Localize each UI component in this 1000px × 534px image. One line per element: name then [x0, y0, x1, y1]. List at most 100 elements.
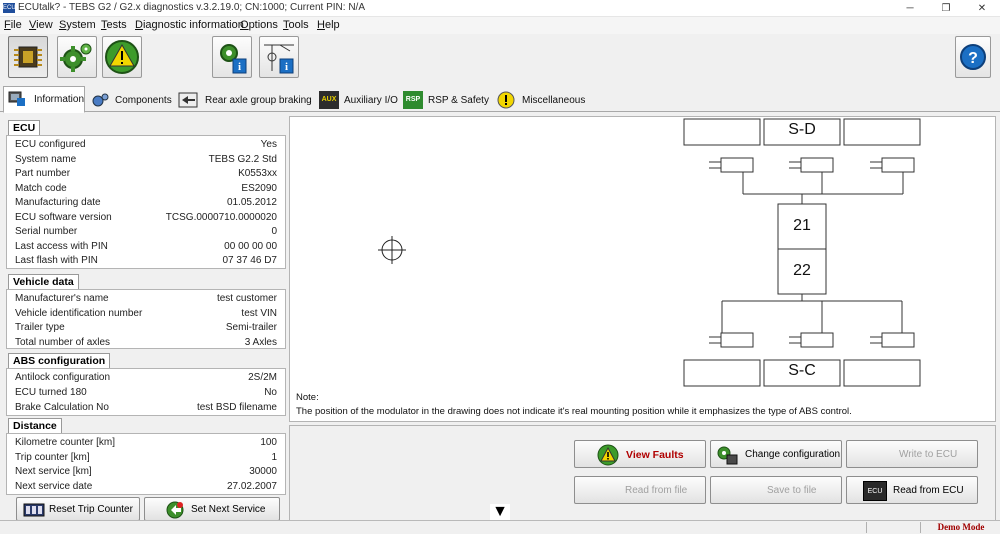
tab-miscellaneous[interactable]: Miscellaneous [493, 88, 591, 112]
view-faults-button[interactable]: View Faults [574, 440, 706, 468]
change-configuration-label: Change configuration [745, 449, 841, 460]
chip-icon [14, 46, 42, 68]
set-next-service-button[interactable]: Set Next Service [144, 497, 280, 521]
configuration-icon [717, 446, 738, 465]
abs-row: Brake Calculation No test BSD filename [15, 402, 277, 413]
tab-auxiliary-io[interactable]: AUX Auxiliary I/O [316, 88, 399, 112]
tab-information[interactable]: Information [3, 86, 85, 113]
ecu-row: Part number K0553xx [15, 168, 277, 179]
app-icon: ECU [3, 3, 16, 13]
change-configuration-button[interactable]: Change configuration [710, 440, 842, 468]
menu-tools[interactable]: Tools [283, 19, 309, 31]
menu-options[interactable]: Options [240, 19, 278, 31]
ecu-row: System name TEBS G2.2 Std [15, 153, 277, 165]
distance-group: Kilometre counter [km] 100 Trip counter [… [6, 433, 286, 495]
save-to-file-label: Save to file [767, 485, 817, 496]
ecu-row: Manufacturing date 01.05.2012 [15, 197, 277, 208]
abs-row: ECU turned 180 No [15, 387, 277, 398]
aux-tab-icon: AUX [319, 91, 339, 109]
bottom-left-box [683, 359, 761, 387]
abs-row: Antilock configuration 2S/2M [15, 372, 277, 383]
warning-icon [597, 444, 619, 466]
read-from-ecu-label: Read from ECU [893, 485, 964, 496]
svg-text:i: i [238, 61, 241, 73]
information-tab-icon [8, 91, 25, 106]
information-panel: ECU ECU configured Yes System name TEBS G2… [4, 116, 286, 521]
bottom-sc-label: S-C [788, 362, 816, 379]
window-title: ECUtalk? - TEBS G2 / G2.x diagnostics v.… [18, 2, 365, 13]
menu-diagnostic-information[interactable]: Diagnostic information [135, 19, 244, 31]
tab-components-label: Components [115, 95, 172, 106]
ecu-group-title: ECU [8, 120, 41, 135]
tab-rsp-safety[interactable]: RSP RSP & Safety [400, 88, 492, 112]
write-to-ecu-label: Write to ECU [899, 449, 958, 460]
reset-trip-counter-label: Reset Trip Counter [49, 504, 133, 515]
minimize-button[interactable]: ─ [892, 0, 928, 17]
read-from-ecu-button[interactable]: ECU Read from ECU [846, 476, 978, 504]
distance-group-title: Distance [8, 418, 62, 433]
gear-info-icon: i [220, 44, 247, 74]
bottom-wiring [721, 294, 903, 333]
tab-miscellaneous-label: Miscellaneous [522, 95, 586, 106]
distance-row: Kilometre counter [km] 100 [15, 437, 277, 448]
view-faults-label: View Faults [626, 449, 684, 461]
tab-rsp-label: RSP & Safety [428, 95, 489, 106]
status-divider [920, 522, 921, 533]
circuit-info-button[interactable]: i [259, 36, 299, 78]
service-icon [166, 501, 184, 519]
modulator-21-label: 21 [793, 217, 811, 234]
gear-info-button[interactable]: i [212, 36, 252, 78]
circuit-info-icon: i [264, 44, 294, 74]
modulator-22-label: 22 [793, 262, 811, 279]
warning-button[interactable] [102, 36, 142, 78]
top-sd-label: S-D [788, 121, 816, 138]
ecu-row: ECU configured Yes [15, 139, 277, 150]
menu-help[interactable]: Help [317, 19, 340, 31]
menu-system[interactable]: System [59, 19, 96, 31]
distance-row: Trip counter [km] 1 [15, 451, 277, 463]
menu-view[interactable]: View [29, 19, 53, 31]
vehicle-row: Trailer type Semi-trailer [15, 322, 277, 333]
ecu-row: Match code ES2090 [15, 182, 277, 194]
menu-file[interactable]: File [4, 19, 22, 31]
tab-rear-axle-label: Rear axle group braking [205, 95, 312, 106]
axle-diagram [378, 118, 921, 387]
menu-tests[interactable]: Tests [101, 19, 127, 31]
tab-information-label: Information [34, 94, 85, 105]
action-panel: View Faults Change configuration Write t… [289, 425, 996, 521]
write-to-ecu-button[interactable]: Write to ECU [846, 440, 978, 468]
vehicle-row: Manufacturer's name test customer [15, 293, 277, 304]
ecu-chip-button[interactable] [8, 36, 48, 78]
exclamation-tab-icon [497, 91, 515, 109]
gear-icon [60, 43, 92, 72]
reset-trip-counter-button[interactable]: Reset Trip Counter [16, 497, 140, 521]
set-next-service-label: Set Next Service [191, 504, 266, 515]
demo-mode-indicator: Demo Mode [937, 522, 985, 532]
help-button[interactable]: ? [955, 36, 991, 78]
read-from-file-label: Read from file [625, 485, 688, 496]
tab-auxiliary-label: Auxiliary I/O [344, 95, 398, 106]
scroll-down-arrow[interactable]: ▼ [490, 504, 510, 520]
ecu-chip-icon: ECU [863, 481, 887, 501]
maximize-button[interactable]: ❐ [928, 0, 964, 17]
ecu-row: Serial number 0 [15, 226, 277, 237]
top-sensors [709, 157, 915, 173]
close-button[interactable]: ✕ [964, 0, 1000, 17]
note-text: The position of the modulator in the dra… [296, 406, 852, 417]
title-bar: ECU ECUtalk? - TEBS G2 / G2.x diagnostic… [0, 0, 1000, 17]
counter-icon [23, 503, 45, 517]
warning-icon [105, 40, 139, 74]
save-to-file-button[interactable]: Save to file [710, 476, 842, 504]
status-bar: Demo Mode [0, 520, 1000, 533]
tab-rear-axle-group-braking[interactable]: Rear axle group braking [175, 88, 315, 112]
gear-config-button[interactable] [57, 36, 97, 78]
tab-components[interactable]: Components [87, 88, 173, 112]
abs-diagram-panel: S-D S-C 21 22 Note: The position of the … [289, 116, 996, 422]
abs-group: Antilock configuration 2S/2M ECU turned 1… [6, 368, 286, 416]
top-wiring [742, 172, 904, 204]
read-from-file-button[interactable]: Read from file [574, 476, 706, 504]
vehicle-group-title: Vehicle data [8, 274, 79, 289]
status-divider [866, 522, 867, 533]
vehicle-row: Vehicle identification number test VIN [15, 307, 277, 319]
distance-row: Next service date 27.02.2007 [15, 480, 277, 492]
